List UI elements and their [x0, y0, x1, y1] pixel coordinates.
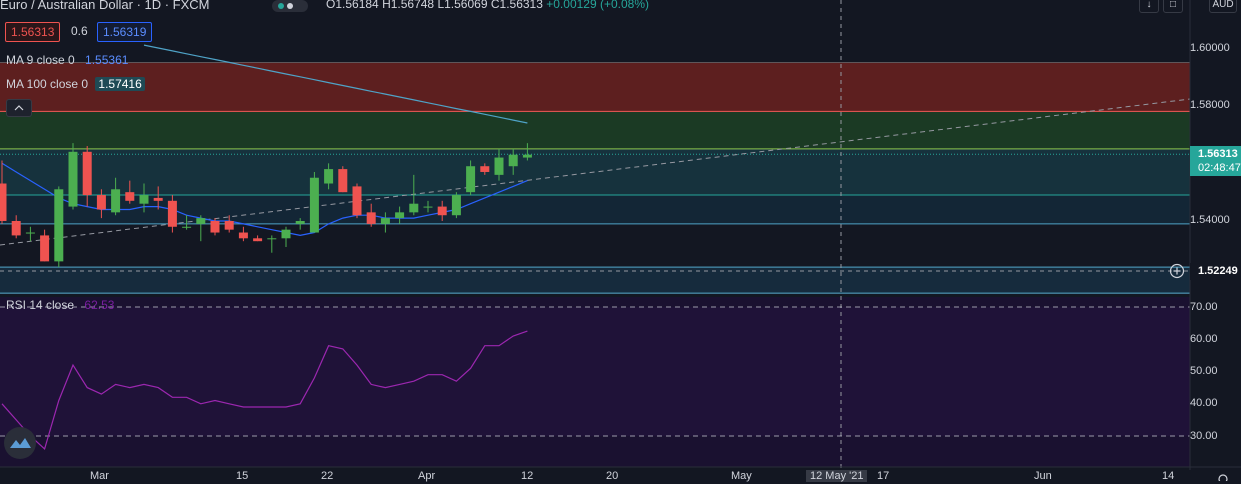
candle-body — [196, 218, 206, 224]
price-zone — [0, 195, 1190, 224]
price-chart[interactable] — [0, 0, 1241, 479]
candle-body — [324, 169, 334, 184]
candle-body — [366, 212, 376, 224]
low-value: L1.56069 — [437, 0, 488, 11]
current-price-tag: 1.56313 02:48:47 — [1190, 146, 1241, 176]
candle-body — [68, 151, 78, 207]
rsi-label: RSI 14 close — [6, 298, 75, 312]
time-label: Jun — [1034, 470, 1052, 482]
candle-body — [125, 192, 135, 201]
candle-body — [466, 166, 476, 193]
spread-label: 0.6 — [71, 24, 88, 38]
rsi-value: 62.53 — [84, 298, 115, 312]
candle-body — [423, 206, 433, 208]
close-value: C1.56313 — [490, 0, 543, 11]
ma9-legend[interactable]: MA 9 close 0 1.55361 — [6, 51, 131, 69]
current-price: 1.56313 — [1198, 148, 1238, 160]
time-label: 20 — [606, 470, 619, 482]
symbol-title[interactable]: Euro / Australian Dollar · 1D · FXCM — [0, 0, 210, 12]
candle-body — [82, 151, 92, 196]
time-label: 15 — [236, 470, 249, 482]
crosshair-date-label: 12 May '21 — [806, 470, 868, 482]
fullscreen-icon[interactable]: □ — [1163, 0, 1183, 13]
candle-body — [54, 189, 64, 262]
rsi-tick: 30.00 — [1190, 430, 1218, 442]
arrow-down-icon[interactable]: ↓ — [1139, 0, 1159, 13]
collapse-legend-button[interactable] — [6, 99, 32, 117]
ma100-label: MA 100 close 0 — [6, 77, 89, 91]
settings-gear-icon[interactable] — [1216, 470, 1230, 484]
candle-body — [210, 221, 220, 233]
candle-body — [153, 197, 163, 201]
candle-body — [281, 229, 291, 239]
open-value: O1.56184 — [326, 0, 379, 11]
time-label: Mar — [90, 470, 109, 482]
time-label: Apr — [418, 470, 436, 482]
candle-body — [409, 203, 419, 213]
candle-body — [395, 212, 405, 219]
rsi-legend[interactable]: RSI 14 close 62.53 — [6, 296, 117, 314]
rsi-tick: 40.00 — [1190, 397, 1218, 409]
ma100-value: 1.57416 — [95, 77, 145, 91]
ohlc-values: O1.56184 H1.56748 L1.56069 C1.56313 +0.0… — [326, 0, 649, 11]
market-status-icon[interactable] — [272, 0, 308, 12]
candle-body — [224, 221, 234, 230]
candle-body — [40, 235, 50, 262]
candle-body — [267, 238, 277, 240]
bar-countdown: 02:48:47 — [1198, 162, 1241, 174]
change-value: +0.00129 (+0.08%) — [546, 0, 649, 11]
candle-body — [253, 238, 263, 242]
price-zone — [0, 62, 1190, 112]
time-label: 12 — [521, 470, 534, 482]
price-zone — [0, 111, 1190, 149]
candle-body — [508, 154, 518, 167]
buy-button[interactable]: 1.56319 — [97, 22, 153, 42]
candle-body — [238, 232, 248, 239]
crosshair-price-label: 1.52249 — [1190, 263, 1241, 280]
candle-body — [380, 218, 390, 224]
add-alert-icon[interactable] — [1169, 263, 1185, 279]
candle-body — [480, 166, 490, 172]
rsi-band — [0, 307, 1190, 436]
candle-body — [96, 195, 106, 210]
ma9-value: 1.55361 — [85, 53, 129, 67]
price-tick: 1.60000 — [1190, 42, 1230, 54]
candle-body — [437, 206, 447, 216]
ma100-legend[interactable]: MA 100 close 0 1.57416 — [6, 75, 145, 93]
high-value: H1.56748 — [382, 0, 435, 11]
candle-body — [139, 195, 149, 204]
price-zone — [0, 148, 1190, 196]
chevron-up-icon — [14, 105, 24, 111]
candle-body — [309, 177, 319, 233]
time-label: May — [731, 470, 752, 482]
candle-body — [25, 232, 35, 234]
candle-body — [451, 195, 461, 216]
rsi-tick: 60.00 — [1190, 333, 1218, 345]
candle-body — [522, 154, 532, 158]
candle-body — [182, 226, 192, 228]
candle-body — [352, 186, 362, 216]
ma9-label: MA 9 close 0 — [6, 53, 75, 67]
candle-body — [338, 169, 348, 193]
candle-body — [0, 183, 7, 221]
price-tick: 1.58000 — [1190, 99, 1230, 111]
rsi-tick: 70.00 — [1190, 301, 1218, 313]
price-tick: 1.54000 — [1190, 214, 1230, 226]
rsi-tick: 50.00 — [1190, 365, 1218, 377]
candle-body — [167, 200, 177, 227]
sell-button[interactable]: 1.56313 — [5, 22, 61, 42]
candle-body — [494, 157, 504, 175]
time-label: 14 — [1162, 470, 1175, 482]
candle-body — [111, 189, 121, 213]
candle-body — [11, 221, 21, 236]
currency-button[interactable]: AUD — [1209, 0, 1237, 13]
time-label: 22 — [321, 470, 334, 482]
tradingview-logo-icon[interactable] — [4, 427, 36, 459]
time-label: 17 — [877, 470, 890, 482]
candle-body — [295, 221, 305, 224]
